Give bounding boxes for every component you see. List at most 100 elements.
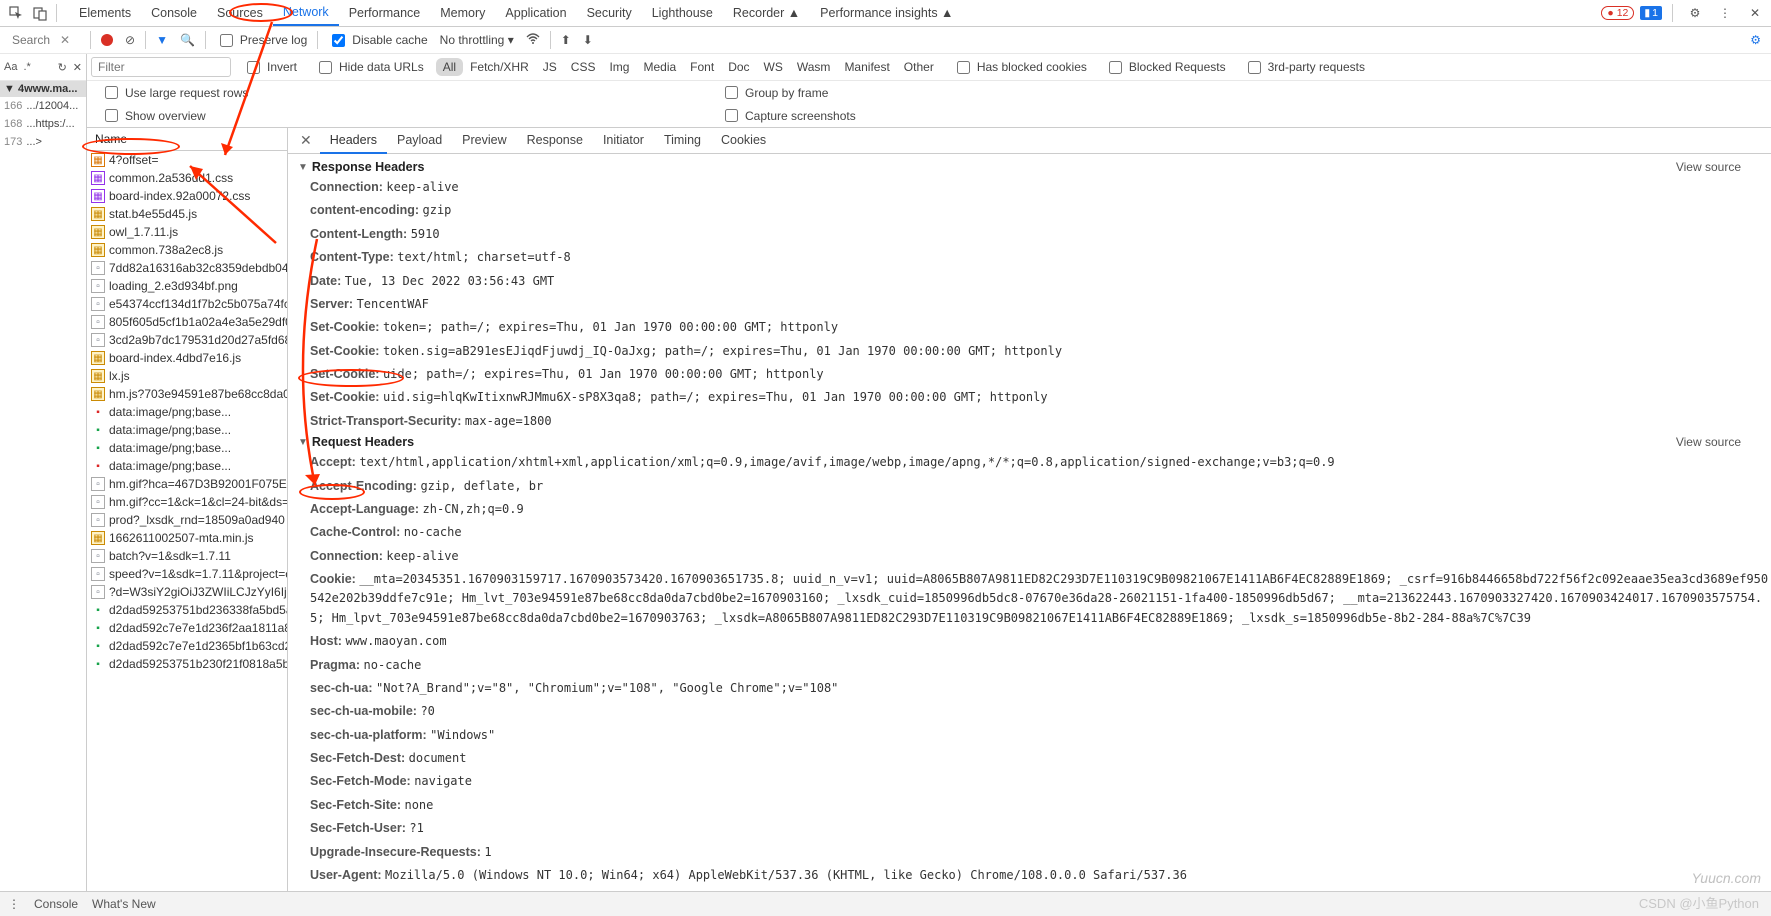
type-filter-other[interactable]: Other bbox=[897, 58, 941, 76]
search-result-item[interactable]: 173...> bbox=[0, 133, 86, 151]
type-filter-css[interactable]: CSS bbox=[564, 58, 603, 76]
request-row[interactable]: ▦board-index.4dbd7e16.js bbox=[87, 349, 287, 367]
request-row[interactable]: ▫batch?v=1&sdk=1.7.11 bbox=[87, 547, 287, 565]
request-row[interactable]: ▪d2dad59253751bd236338fa5bd5a27... bbox=[87, 601, 287, 619]
type-filter-doc[interactable]: Doc bbox=[721, 58, 756, 76]
third-party-checkbox[interactable]: 3rd-party requests bbox=[1244, 58, 1365, 77]
request-row[interactable]: ▪d2dad59253751b230f21f0818a5bfd4... bbox=[87, 655, 287, 673]
request-row[interactable]: ▪d2dad592c7e7e1d236f2aa1811a8a64... bbox=[87, 619, 287, 637]
has-blocked-cookies-checkbox[interactable]: Has blocked cookies bbox=[953, 58, 1087, 77]
main-tab-network[interactable]: Network bbox=[273, 0, 339, 26]
view-source-link[interactable]: View source bbox=[1676, 435, 1741, 449]
type-filter-img[interactable]: Img bbox=[602, 58, 636, 76]
request-row[interactable]: ▫7dd82a16316ab32c8359debdb04396... bbox=[87, 259, 287, 277]
drawer-toggle-icon[interactable]: ⋮ bbox=[8, 897, 20, 911]
console-tab[interactable]: Console bbox=[34, 897, 78, 911]
request-row[interactable]: ▫loading_2.e3d934bf.png bbox=[87, 277, 287, 295]
type-filter-ws[interactable]: WS bbox=[757, 58, 790, 76]
device-toggle-icon[interactable] bbox=[28, 1, 52, 25]
detail-tab-initiator[interactable]: Initiator bbox=[593, 128, 654, 154]
disable-cache-checkbox[interactable]: Disable cache bbox=[328, 31, 427, 50]
throttling-select[interactable]: No throttling ▾ bbox=[440, 33, 514, 47]
settings-icon[interactable]: ⚙ bbox=[1683, 1, 1707, 25]
request-row[interactable]: ▦board-index.92a00072.css bbox=[87, 187, 287, 205]
detail-tab-response[interactable]: Response bbox=[517, 128, 593, 154]
type-filter-font[interactable]: Font bbox=[683, 58, 721, 76]
refresh-icon[interactable]: ↻ bbox=[58, 61, 67, 74]
request-row[interactable]: ▦common.2a536dd1.css bbox=[87, 169, 287, 187]
download-icon[interactable]: ⬇ bbox=[577, 33, 599, 47]
inspect-icon[interactable] bbox=[4, 1, 28, 25]
type-filter-all[interactable]: All bbox=[436, 58, 463, 76]
type-filter-js[interactable]: JS bbox=[536, 58, 564, 76]
preserve-log-checkbox[interactable]: Preserve log bbox=[216, 31, 307, 50]
detail-tab-timing[interactable]: Timing bbox=[654, 128, 711, 154]
request-row[interactable]: ▫hm.gif?cc=1&ck=1&cl=24-bit&ds=1... bbox=[87, 493, 287, 511]
search-input[interactable] bbox=[10, 32, 60, 48]
network-settings-icon[interactable]: ⚙ bbox=[1744, 33, 1767, 47]
main-tab-elements[interactable]: Elements bbox=[69, 1, 141, 25]
detail-tab-headers[interactable]: Headers bbox=[320, 128, 387, 154]
section-header[interactable]: ▼Response HeadersView source bbox=[298, 158, 1771, 176]
request-row[interactable]: ▪data:image/png;base... bbox=[87, 439, 287, 457]
type-filter-media[interactable]: Media bbox=[636, 58, 683, 76]
request-row[interactable]: ▦4?offset= bbox=[87, 151, 287, 169]
request-row[interactable]: ▪d2dad592c7e7e1d2365bf1b63cd259... bbox=[87, 637, 287, 655]
view-source-link[interactable]: View source bbox=[1676, 160, 1741, 174]
show-overview-checkbox[interactable]: Show overview bbox=[101, 106, 206, 125]
request-row[interactable]: ▫3cd2a9b7dc179531d20d27a5fd686e... bbox=[87, 331, 287, 349]
large-rows-checkbox[interactable]: Use large request rows bbox=[101, 83, 248, 102]
search-result-item[interactable]: 168...https:/... bbox=[0, 115, 86, 133]
main-tab-recorder[interactable]: Recorder ▲ bbox=[723, 1, 810, 25]
request-row[interactable]: ▫?d=W3siY2giOiJ3ZWIiLCJzYyI6IjE5Mj... bbox=[87, 583, 287, 601]
request-row[interactable]: ▫prod?_lxsdk_rnd=18509a0ad940 bbox=[87, 511, 287, 529]
filter-icon[interactable]: ▼ bbox=[150, 33, 174, 47]
filter-input[interactable] bbox=[91, 57, 231, 77]
name-column-header[interactable]: Name bbox=[87, 128, 287, 151]
request-row[interactable]: ▦owl_1.7.11.js bbox=[87, 223, 287, 241]
main-tab-sources[interactable]: Sources bbox=[207, 1, 273, 25]
clear-icon[interactable]: ⊘ bbox=[119, 33, 141, 47]
main-tab-console[interactable]: Console bbox=[141, 1, 207, 25]
section-header[interactable]: ▼Request HeadersView source bbox=[298, 433, 1771, 451]
whats-new-tab[interactable]: What's New bbox=[92, 897, 156, 911]
hide-data-urls-checkbox[interactable]: Hide data URLs bbox=[315, 58, 424, 77]
main-tab-security[interactable]: Security bbox=[577, 1, 642, 25]
wifi-icon[interactable] bbox=[520, 32, 546, 49]
search-clear-icon[interactable]: ✕ bbox=[60, 33, 70, 47]
request-row[interactable]: ▦common.738a2ec8.js bbox=[87, 241, 287, 259]
main-tab-memory[interactable]: Memory bbox=[430, 1, 495, 25]
invert-checkbox[interactable]: Invert bbox=[243, 58, 297, 77]
main-tab-lighthouse[interactable]: Lighthouse bbox=[642, 1, 723, 25]
detail-tab-cookies[interactable]: Cookies bbox=[711, 128, 776, 154]
request-row[interactable]: ▦lx.js bbox=[87, 367, 287, 385]
request-row[interactable]: ▦stat.b4e55d45.js bbox=[87, 205, 287, 223]
main-tab-application[interactable]: Application bbox=[495, 1, 576, 25]
capture-screenshots-checkbox[interactable]: Capture screenshots bbox=[721, 106, 856, 125]
upload-icon[interactable]: ⬆ bbox=[555, 33, 577, 47]
search-result-item[interactable]: 166.../12004... bbox=[0, 97, 86, 115]
error-badge[interactable]: ● 12 bbox=[1601, 6, 1634, 20]
search-result-item[interactable]: ▼ 4www.ma... bbox=[0, 81, 86, 97]
request-row[interactable]: ▫hm.gif?hca=467D3B92001F075E&cc... bbox=[87, 475, 287, 493]
request-row[interactable]: ▫e54374ccf134d1f7b2c5b075a74fca52... bbox=[87, 295, 287, 313]
main-tab-performance[interactable]: Performance bbox=[339, 1, 431, 25]
detail-tab-preview[interactable]: Preview bbox=[452, 128, 516, 154]
more-icon[interactable]: ⋮ bbox=[1713, 1, 1737, 25]
case-sensitive-toggle[interactable]: Aa bbox=[4, 61, 17, 73]
record-button[interactable] bbox=[95, 34, 119, 46]
request-row[interactable]: ▦1662611002507-mta.min.js bbox=[87, 529, 287, 547]
request-row[interactable]: ▪data:image/png;base... bbox=[87, 421, 287, 439]
request-row[interactable]: ▫805f605d5cf1b1a02a4e3a5e29df003... bbox=[87, 313, 287, 331]
request-row[interactable]: ▪data:image/png;base... bbox=[87, 403, 287, 421]
type-filter-manifest[interactable]: Manifest bbox=[837, 58, 896, 76]
regex-toggle[interactable]: .* bbox=[23, 61, 30, 73]
clear-search-icon[interactable]: ✕ bbox=[73, 61, 82, 74]
request-row[interactable]: ▫speed?v=1&sdk=1.7.11&project=co... bbox=[87, 565, 287, 583]
request-row[interactable]: ▦hm.js?703e94591e87be68cc8da0da7... bbox=[87, 385, 287, 403]
type-filter-wasm[interactable]: Wasm bbox=[790, 58, 838, 76]
group-by-frame-checkbox[interactable]: Group by frame bbox=[721, 83, 828, 102]
main-tab-performanceinsights[interactable]: Performance insights ▲ bbox=[810, 1, 963, 25]
type-filter-fetchxhr[interactable]: Fetch/XHR bbox=[463, 58, 536, 76]
blocked-requests-checkbox[interactable]: Blocked Requests bbox=[1105, 58, 1226, 77]
